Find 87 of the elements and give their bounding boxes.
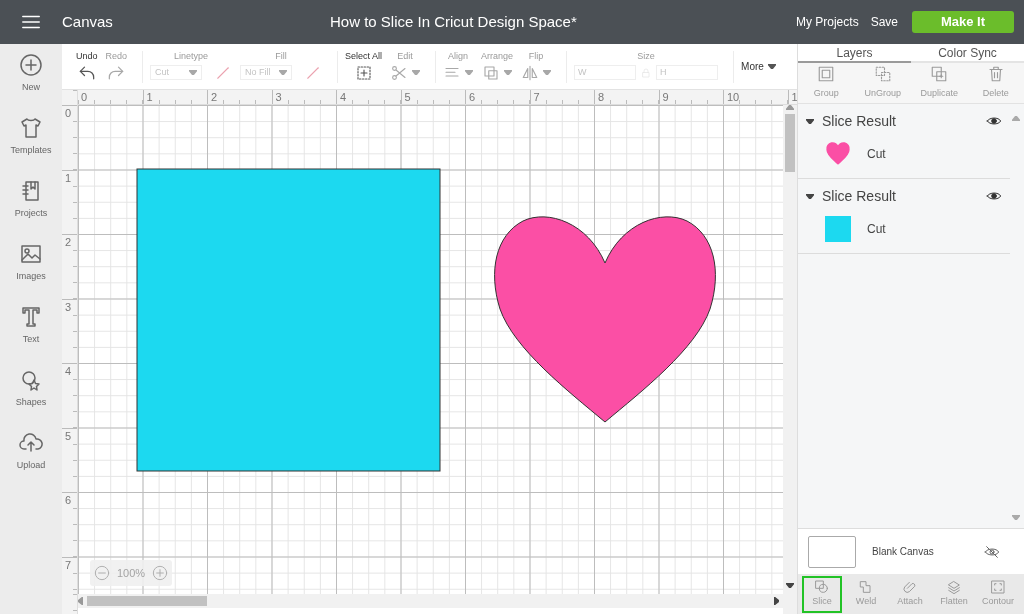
toolbar-label: Fill (275, 49, 287, 62)
caret-icon (543, 70, 552, 75)
layer-operation: Cut (867, 146, 886, 163)
weld-icon (858, 579, 874, 596)
ruler-number: 2 (62, 234, 77, 299)
ruler-number: 4 (336, 90, 401, 104)
toolbar-label: Flip (528, 49, 544, 62)
scroll-up-icon[interactable] (1012, 116, 1020, 121)
toolbar-label: Arrange (481, 49, 514, 62)
toolbar-label: Undo (76, 49, 98, 62)
ruler-number: 6 (62, 492, 77, 557)
ruler-number: 5 (62, 427, 77, 492)
zoom-level: 100% (116, 565, 146, 581)
blank-canvas-swatch[interactable] (808, 535, 856, 568)
heart-swatch[interactable] (825, 141, 851, 167)
ruler-number: 0 (80, 90, 89, 104)
layer-operation: Cut (867, 221, 886, 238)
app-title: Canvas (62, 11, 113, 32)
sidebar-item[interactable]: Shapes (0, 367, 62, 430)
attach-icon (902, 579, 918, 596)
more-button[interactable]: More (741, 59, 776, 74)
flip-icon (521, 63, 540, 82)
square-swatch[interactable] (825, 216, 851, 242)
header-link[interactable]: My Projects (789, 13, 865, 31)
caret-icon (767, 64, 776, 69)
toolbar-label: Align (448, 49, 469, 62)
toolbar-label: Edit (397, 49, 413, 62)
duplicate-icon (930, 65, 949, 84)
scrollbar-thumb[interactable] (785, 114, 795, 172)
arrange-icon (482, 63, 501, 82)
hidden-eye-icon[interactable] (984, 543, 1000, 560)
caret-icon (189, 70, 198, 75)
ruler-number: 9 (658, 90, 723, 104)
sidebar-item[interactable]: Templates (0, 115, 62, 178)
sidebar-item[interactable]: New (0, 52, 62, 115)
toolbar-label: Redo (105, 49, 128, 62)
ruler-number: 2 (207, 90, 272, 104)
caret-icon (465, 70, 474, 75)
upload-icon (19, 431, 43, 455)
images-icon (19, 242, 43, 266)
shapes-icon (19, 368, 43, 392)
scroll-right-icon[interactable] (774, 597, 779, 605)
scrollbar-thumb[interactable] (87, 596, 207, 606)
header-link[interactable]: Save (864, 13, 904, 31)
toolbar-label: Size (637, 49, 655, 62)
scroll-down-icon (786, 583, 794, 588)
width-field: W (574, 65, 637, 80)
ruler-number: 10 (723, 90, 788, 104)
slice-icon (814, 579, 830, 596)
ruler-number: 0 (62, 105, 77, 170)
caret-icon (504, 70, 513, 75)
sidebar-item[interactable]: Projects (0, 178, 62, 241)
sidebar-item[interactable]: Text (0, 304, 62, 367)
heart-shape[interactable] (494, 216, 716, 423)
toolbar-label: Linetype (174, 49, 209, 62)
layer-name[interactable]: Slice Result (822, 185, 896, 207)
select-all-icon[interactable] (354, 63, 373, 82)
group-icon (817, 65, 836, 84)
contour-icon (990, 579, 1006, 596)
caret-icon[interactable] (806, 118, 814, 124)
ruler-number: 1 (142, 90, 207, 104)
caret-icon (279, 70, 288, 75)
ruler-number: 6 (465, 90, 530, 104)
delete-icon (986, 65, 1005, 84)
square-shape[interactable] (136, 168, 441, 472)
edit-icon (390, 63, 409, 82)
ruler-number: 5 (400, 90, 465, 104)
new-icon (19, 53, 43, 77)
ruler-number: 7 (529, 90, 594, 104)
blank-canvas-label: Blank Canvas (872, 545, 934, 559)
layer-name[interactable]: Slice Result (822, 110, 896, 132)
document-title: How to Slice In Cricut Design Space* (330, 11, 577, 32)
ungroup-icon (873, 65, 892, 84)
sidebar-item[interactable]: Images (0, 241, 62, 304)
ruler-number: 4 (62, 363, 77, 428)
templates-icon (19, 116, 43, 140)
ruler-number: 8 (594, 90, 659, 104)
caret-icon (412, 70, 421, 75)
toolbar-label: Select All (345, 49, 383, 62)
caret-icon[interactable] (806, 193, 814, 199)
text-icon (19, 305, 43, 329)
flatten-icon (946, 579, 962, 596)
scroll-down-icon[interactable] (1012, 515, 1020, 520)
ruler-number: 3 (271, 90, 336, 104)
ruler-number: 3 (62, 298, 77, 363)
sidebar-item[interactable]: Upload (0, 430, 62, 493)
ruler-number: 1 (62, 169, 77, 234)
